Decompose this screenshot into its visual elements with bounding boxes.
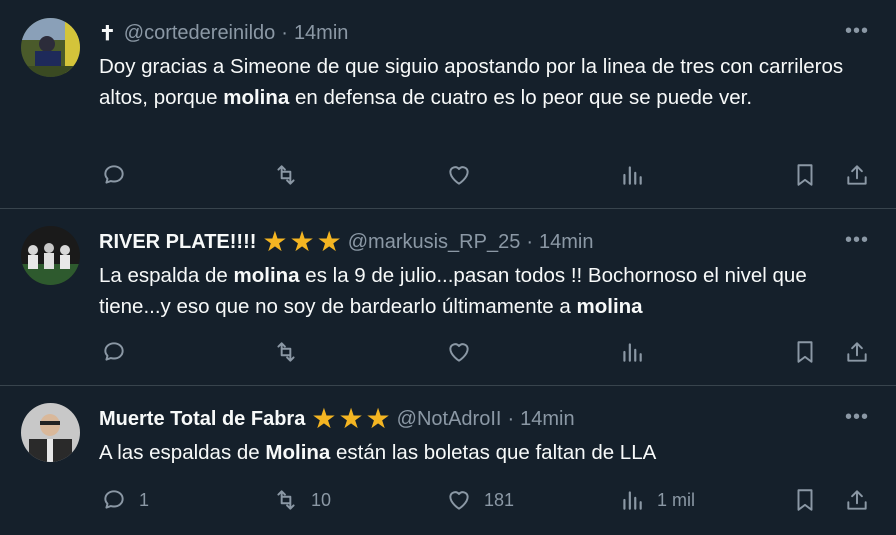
action-bar: 1 10 181 1 mil (0, 485, 896, 515)
text-segment: en defensa de cuatro es lo peor que se p… (289, 86, 753, 109)
text-highlight: molina (223, 86, 290, 109)
like-icon (449, 343, 469, 362)
views-button[interactable] (619, 160, 657, 190)
star-icon: ★ (365, 403, 391, 434)
more-icon[interactable]: ••• (845, 229, 869, 252)
timestamp[interactable]: 14min (520, 408, 574, 431)
verified-stars: ★ ★ ★ (309, 405, 390, 433)
user-handle[interactable]: @cortedereinildo (124, 22, 276, 45)
reply-button[interactable]: 1 (101, 485, 149, 515)
tweet-header: RIVER PLATE!!!! ★ ★ ★ @markusis_RP_25 · … (99, 228, 593, 256)
views-icon (623, 491, 642, 510)
separator-dot: · (526, 230, 533, 253)
like-button[interactable]: 181 (446, 485, 514, 515)
tweet[interactable]: RIVER PLATE!!!! ★ ★ ★ @markusis_RP_25 · … (0, 209, 896, 386)
views-button[interactable] (619, 337, 657, 367)
timestamp[interactable]: 14min (294, 22, 348, 45)
share-button[interactable] (844, 485, 870, 515)
retweet-icon (277, 342, 295, 362)
like-button[interactable] (446, 160, 484, 190)
separator-dot: · (507, 407, 515, 430)
share-button[interactable] (844, 160, 870, 190)
user-handle[interactable]: @markusis_RP_25 (348, 231, 521, 254)
views-button[interactable]: 1 mil (619, 485, 695, 515)
avatar[interactable] (21, 18, 80, 77)
star-icon: ★ (311, 403, 337, 434)
reply-count: 1 (139, 489, 150, 510)
tweet-header: Muerte Total de Fabra ★ ★ ★ @NotAdroII ·… (99, 405, 575, 433)
tweet[interactable]: Muerte Total de Fabra ★ ★ ★ @NotAdroII ·… (0, 386, 896, 535)
star-icon: ★ (289, 226, 315, 257)
user-name[interactable]: Muerte Total de Fabra (99, 408, 305, 431)
reply-button[interactable] (101, 337, 139, 367)
more-icon[interactable]: ••• (845, 406, 869, 429)
retweet-icon (277, 165, 295, 185)
text-segment: La espalda de (99, 264, 234, 287)
bookmark-icon (797, 341, 813, 363)
like-icon (449, 166, 469, 185)
tweet[interactable]: ✝ @cortedereinildo · 14min ••• Doy graci… (0, 0, 896, 209)
user-name[interactable]: RIVER PLATE!!!! (99, 231, 256, 254)
bookmark-icon (797, 164, 813, 186)
views-count: 1 mil (657, 489, 696, 510)
star-icon: ★ (338, 403, 364, 434)
star-icon: ★ (262, 226, 288, 257)
views-icon (623, 166, 642, 185)
retweet-count: 10 (311, 489, 332, 510)
reply-icon (104, 342, 124, 361)
like-button[interactable] (446, 337, 484, 367)
cross-icon: ✝ (99, 22, 116, 45)
action-bar (0, 337, 896, 367)
action-bar (0, 160, 896, 190)
separator-dot: · (281, 21, 288, 44)
share-icon (847, 342, 867, 362)
tweet-text: La espalda de molina es la 9 de julio...… (99, 260, 859, 322)
text-highlight: Molina (265, 441, 331, 464)
retweet-icon (277, 490, 295, 510)
reply-icon (104, 490, 124, 509)
tweet-text: A las espaldas de Molina están las bolet… (99, 437, 859, 468)
retweet-button[interactable]: 10 (273, 485, 331, 515)
bookmark-icon (797, 489, 813, 511)
share-icon (847, 165, 867, 185)
text-highlight: molina (233, 264, 300, 287)
reply-icon (104, 165, 124, 184)
user-handle[interactable]: @NotAdroII (397, 408, 502, 431)
bookmark-button[interactable] (792, 485, 818, 515)
tweet-text: Doy gracias a Simeone de que siguio apos… (99, 51, 859, 113)
share-icon (847, 490, 867, 510)
text-segment: están las boletas que faltan de LLA (330, 441, 657, 464)
avatar[interactable] (21, 403, 80, 462)
reply-button[interactable] (101, 160, 139, 190)
text-highlight: molina (576, 295, 643, 318)
tweet-header: ✝ @cortedereinildo · 14min (99, 19, 348, 47)
text-segment: A las espaldas de (99, 441, 266, 464)
views-icon (623, 343, 642, 362)
avatar[interactable] (21, 226, 80, 285)
like-icon (449, 491, 469, 510)
bookmark-button[interactable] (792, 160, 818, 190)
bookmark-button[interactable] (792, 337, 818, 367)
retweet-button[interactable] (273, 337, 311, 367)
more-icon[interactable]: ••• (845, 20, 869, 43)
like-count: 181 (484, 489, 515, 510)
star-icon: ★ (316, 226, 342, 257)
verified-stars: ★ ★ ★ (260, 228, 341, 256)
share-button[interactable] (844, 337, 870, 367)
timestamp[interactable]: 14min (539, 231, 593, 254)
retweet-button[interactable] (273, 160, 311, 190)
